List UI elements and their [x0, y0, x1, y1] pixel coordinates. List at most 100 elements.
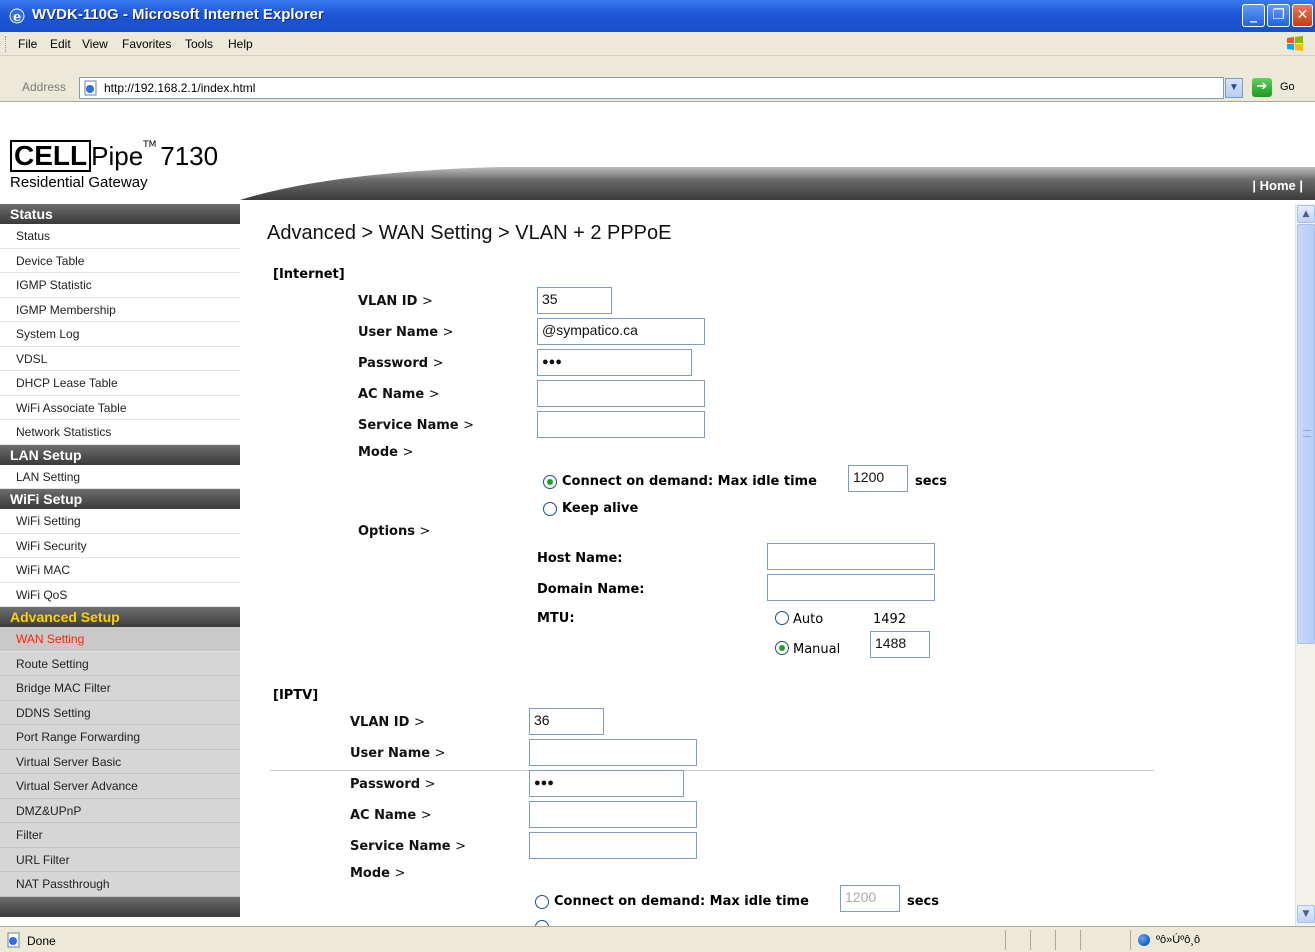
sidebar-item-dmz-upnp[interactable]: DMZ&UPnP [0, 798, 240, 823]
internet-keep-alive-radio[interactable] [543, 502, 557, 516]
home-link[interactable]: | Home | [1252, 178, 1303, 193]
status-pane [1030, 930, 1031, 950]
domain-name-label: Domain Name: [537, 582, 645, 597]
iptv-ac-label: AC Name > [350, 808, 432, 823]
sidebar-item-vdsl[interactable]: VDSL [0, 347, 240, 371]
host-name-label: Host Name: [537, 551, 623, 566]
host-name-input[interactable] [767, 543, 935, 570]
mtu-manual-radio[interactable] [775, 641, 789, 655]
sidebar-item-status[interactable]: Status [0, 224, 240, 249]
sidebar-item-network-statistics[interactable]: Network Statistics [0, 420, 240, 445]
sidebar-head-partial [0, 896, 240, 917]
mtu-auto-label: Auto [793, 612, 824, 627]
address-input[interactable]: http://192.168.2.1/index.html [79, 77, 1224, 99]
page-done-icon [7, 932, 20, 948]
main-panel: Advanced > WAN Setting > VLAN + 2 PPPoE … [240, 204, 1295, 926]
internet-connect-on-demand-label: Connect on demand: Max idle time [562, 474, 817, 489]
sidebar-item-wifi-security[interactable]: WiFi Security [0, 534, 240, 558]
sidebar: Status Status Device Table IGMP Statisti… [0, 204, 240, 926]
iptv-vlan-label: VLAN ID > [350, 715, 425, 730]
internet-password-input[interactable]: ●●● [537, 349, 692, 376]
internet-mode-label: Mode > [358, 445, 414, 460]
scroll-up-arrow-icon[interactable]: ▲ [1297, 205, 1315, 223]
iptv-idle-time-input[interactable]: 1200 [840, 885, 900, 912]
sidebar-head-wifi: WiFi Setup [0, 489, 240, 509]
internet-ac-label: AC Name > [358, 387, 440, 402]
internet-vlan-input[interactable]: 35 [537, 287, 612, 314]
status-pane [1130, 930, 1131, 950]
internet-service-input[interactable] [537, 411, 705, 438]
menu-edit[interactable]: Edit [50, 37, 71, 51]
sidebar-item-port-range-forwarding[interactable]: Port Range Forwarding [0, 725, 240, 750]
menu-favorites[interactable]: Favorites [122, 37, 171, 51]
sidebar-item-nat-passthrough[interactable]: NAT Passthrough [0, 872, 240, 897]
sidebar-item-wifi-mac[interactable]: WiFi MAC [0, 558, 240, 583]
internet-user-input[interactable]: @sympatico.ca [537, 318, 705, 345]
menu-tools[interactable]: Tools [185, 37, 213, 51]
sidebar-item-igmp-statistic[interactable]: IGMP Statistic [0, 273, 240, 298]
internet-idle-time-input[interactable]: 1200 [848, 465, 908, 492]
breadcrumb: Advanced > WAN Setting > VLAN + 2 PPPoE [267, 222, 672, 244]
mtu-auto-radio[interactable] [775, 611, 789, 625]
menu-file[interactable]: File [18, 37, 37, 51]
internet-keep-alive-label: Keep alive [562, 501, 639, 516]
sidebar-item-route-setting[interactable]: Route Setting [0, 651, 240, 676]
sidebar-item-virtual-server-advance[interactable]: Virtual Server Advance [0, 774, 240, 799]
internet-ac-input[interactable] [537, 380, 705, 407]
iptv-mode-label: Mode > [350, 866, 406, 881]
menu-view[interactable]: View [82, 37, 108, 51]
minimize-button[interactable]: _ [1242, 4, 1265, 27]
logo-model: 7130 [160, 141, 219, 171]
internet-user-label: User Name > [358, 325, 454, 340]
sidebar-item-bridge-mac-filter[interactable]: Bridge MAC Filter [0, 676, 240, 701]
menu-bar: File Edit View Favorites Tools Help [0, 32, 1315, 56]
internet-connect-on-demand-radio[interactable] [543, 475, 557, 489]
sidebar-item-lan-setting[interactable]: LAN Setting [0, 465, 240, 489]
internet-password-label: Password > [358, 356, 444, 371]
sidebar-item-dhcp-lease-table[interactable]: DHCP Lease Table [0, 371, 240, 396]
mtu-manual-input[interactable]: 1488 [870, 631, 930, 658]
mtu-auto-value: 1492 [873, 612, 907, 627]
internet-service-label: Service Name > [358, 418, 475, 433]
vertical-scrollbar[interactable]: ▲ ▼ [1295, 204, 1315, 926]
sidebar-item-filter[interactable]: Filter [0, 823, 240, 848]
iptv-user-input[interactable] [529, 739, 697, 766]
cellpipe-logo: CELL PipeTM 7130 Residential Gateway [10, 140, 218, 191]
address-label: Address [22, 80, 67, 94]
ie-icon: e [9, 8, 25, 25]
iptv-password-input[interactable]: ●●● [529, 770, 684, 797]
mtu-label: MTU: [537, 611, 575, 626]
sidebar-item-system-log[interactable]: System Log [0, 322, 240, 347]
sidebar-item-wifi-setting[interactable]: WiFi Setting [0, 509, 240, 534]
sidebar-item-wifi-qos[interactable]: WiFi QoS [0, 583, 240, 607]
restore-button[interactable]: ❐ [1267, 4, 1290, 27]
iptv-service-label: Service Name > [350, 839, 467, 854]
close-button[interactable]: ✕ [1292, 4, 1313, 27]
iptv-connect-on-demand-radio[interactable] [535, 895, 549, 909]
menu-help[interactable]: Help [228, 37, 253, 51]
scroll-down-arrow-icon[interactable]: ▼ [1297, 905, 1315, 923]
scroll-grip-icon [1303, 430, 1311, 437]
iptv-connect-on-demand-label: Connect on demand: Max idle time [554, 894, 809, 909]
go-arrow-icon[interactable]: ➔ [1252, 78, 1272, 97]
iptv-vlan-input[interactable]: 36 [529, 708, 604, 735]
status-bar: Done ºô»Úºô¸ô [0, 926, 1315, 952]
domain-name-input[interactable] [767, 574, 935, 601]
go-button[interactable]: Go [1280, 81, 1295, 93]
sidebar-item-device-table[interactable]: Device Table [0, 249, 240, 273]
address-dropdown-button[interactable]: ▼ [1225, 78, 1243, 98]
iptv-ac-input[interactable] [529, 801, 697, 828]
internet-vlan-label: VLAN ID > [358, 294, 433, 309]
logo-pipe: Pipe [91, 141, 144, 171]
iptv-service-input[interactable] [529, 832, 697, 859]
scroll-thumb[interactable] [1297, 224, 1315, 644]
sidebar-item-url-filter[interactable]: URL Filter [0, 847, 240, 872]
sidebar-item-virtual-server-basic[interactable]: Virtual Server Basic [0, 749, 240, 774]
header-band [240, 167, 1315, 200]
zone-text: ºô»Úºô¸ô [1156, 934, 1201, 946]
sidebar-item-wan-setting[interactable]: WAN Setting [0, 627, 240, 652]
sidebar-item-wifi-associate-table[interactable]: WiFi Associate Table [0, 396, 240, 420]
sidebar-item-igmp-membership[interactable]: IGMP Membership [0, 298, 240, 322]
internet-zone-icon [1138, 934, 1150, 946]
sidebar-item-ddns-setting[interactable]: DDNS Setting [0, 700, 240, 725]
